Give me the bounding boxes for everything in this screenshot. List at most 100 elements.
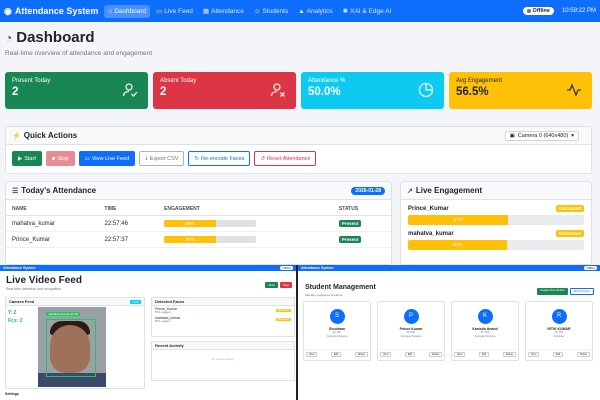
- stop-button[interactable]: ■ Stop: [45, 151, 75, 166]
- detected-faces-header: Detected Faces: [152, 298, 294, 306]
- detected-state: Distracted: [275, 309, 291, 312]
- student-management-actions: Register New Student Refresh Faces: [537, 288, 594, 295]
- distracted-badge: Distracted: [555, 205, 584, 212]
- camera-select-value: Camera 0 (640x480): [517, 133, 569, 139]
- student-card[interactable]: P Prince Kumar ID: 002 Computer Science …: [377, 301, 445, 361]
- live-feed-title: Live Video Feed: [6, 275, 82, 286]
- home-icon: ⌂: [108, 7, 113, 15]
- attendance-table: NAME TIME ENGAGEMENT STATUS mahatva_kuma…: [6, 200, 391, 248]
- nav-dashboard-label: Dashboard: [114, 7, 147, 15]
- live-student-name: Prince_Kumar: [408, 205, 449, 212]
- delete-button[interactable]: Delete: [428, 352, 442, 357]
- live-engagement-bar: 57%: [408, 215, 584, 225]
- delete-button[interactable]: Delete: [354, 352, 368, 357]
- detected-faces-card: Detected Faces Prince_Kumar 55% engaged D…: [151, 297, 295, 337]
- date-badge: 2026-01-28: [351, 186, 385, 195]
- recent-activity-empty: No recent activity: [211, 357, 235, 361]
- cell-status: Present: [332, 231, 391, 248]
- cell-time: 22:57:37: [98, 231, 159, 248]
- stop-icon: ■: [51, 155, 56, 162]
- column-header: TIME: [98, 200, 159, 216]
- delete-button[interactable]: Delete: [502, 352, 516, 357]
- video-icon: ▭: [156, 8, 163, 15]
- chart-icon: ▲: [298, 7, 305, 15]
- live-feed-window: Attendance System Offline Live Video Fee…: [0, 265, 298, 400]
- camera-select[interactable]: ▣ Camera 0 (640x480) ▾: [504, 131, 579, 141]
- view-button[interactable]: View: [306, 352, 318, 357]
- overlay-stat-1: T: 2: [8, 310, 17, 316]
- start-label: Start: [24, 155, 36, 162]
- export-csv-label: Export CSV: [149, 155, 179, 162]
- page-title: ◔ Dashboard: [5, 29, 95, 46]
- distracted-badge: Distracted: [555, 230, 584, 237]
- view-button[interactable]: View: [454, 352, 466, 357]
- view-live-feed-button[interactable]: ▭ View Live Feed: [78, 151, 136, 166]
- refresh-faces-button[interactable]: Refresh Faces: [569, 288, 594, 295]
- live-engagement-label: 56%: [452, 242, 462, 247]
- table-row[interactable]: Prince_Kumar 22:57:37 57% Present: [6, 231, 391, 248]
- mini-brand: Attendance System: [301, 266, 334, 270]
- nav-analytics[interactable]: ▲ Analytics: [294, 5, 336, 18]
- register-student-button[interactable]: Register New Student: [537, 288, 568, 295]
- student-card[interactable]: K Kanishk Anand ID: 003 Computer Science…: [451, 301, 519, 361]
- view-button[interactable]: View: [528, 352, 540, 357]
- user-x-icon: [270, 82, 286, 101]
- nav-analytics-label: Analytics: [306, 7, 333, 15]
- camera-video: mahatva_kumar (0.76): [38, 307, 106, 387]
- top-navbar: ◉ Attendance System ⌂ Dashboard ▭ Live F…: [0, 0, 600, 22]
- detected-sub: 56% engaged: [155, 320, 171, 323]
- nav-dashboard[interactable]: ⌂ Dashboard: [104, 4, 151, 18]
- line-chart-icon: ↗: [407, 187, 413, 195]
- page-subtitle: Real-time overview of attendance and eng…: [5, 50, 153, 57]
- reset-attendance-label: Reset Attendance: [267, 155, 311, 162]
- mini-navbar: Attendance System Offline: [0, 265, 296, 271]
- edit-button[interactable]: Edit: [330, 352, 342, 357]
- export-csv-button[interactable]: ⤓ Export CSV: [139, 151, 185, 166]
- recent-activity-card: Recent Activity No recent activity: [151, 341, 295, 381]
- reset-attendance-button[interactable]: ↺ Reset Attendance: [254, 151, 317, 166]
- edit-button[interactable]: Edit: [404, 352, 416, 357]
- brand[interactable]: ◉ Attendance System: [4, 6, 98, 17]
- delete-button[interactable]: Delete: [576, 352, 590, 357]
- re-encode-faces-label: Re-encode Faces: [201, 155, 245, 162]
- app-root: ◉ Attendance System ⌂ Dashboard ▭ Live F…: [0, 0, 600, 400]
- edit-button[interactable]: Edit: [478, 352, 490, 357]
- refresh-icon: ↻: [194, 155, 200, 162]
- camera-feed-header: Camera Feed LIVE: [6, 298, 144, 306]
- table-row[interactable]: mahatva_kumar 22:57:46 56% Present: [6, 215, 391, 232]
- start-button[interactable]: ▶ Start: [12, 151, 42, 166]
- student-card[interactable]: R RITIK KUMAR ID: 004 Computer View Edit…: [525, 301, 593, 361]
- calendar-icon: ▦: [202, 8, 209, 15]
- column-header: ENGAGEMENT: [158, 200, 333, 216]
- avatar: P: [403, 309, 419, 324]
- quick-actions-header: ⚡ Quick Actions ▣ Camera 0 (640x480) ▾: [6, 127, 591, 145]
- status-label: Offline: [532, 8, 550, 14]
- reset-icon: ↺: [260, 155, 266, 162]
- start-button[interactable]: Start: [265, 282, 278, 288]
- stop-label: Stop: [57, 155, 69, 162]
- camera-icon: ▣: [509, 133, 515, 139]
- nav-students[interactable]: ☺ Students: [250, 5, 292, 18]
- quick-actions-buttons: ▶ Start ■ Stop ▭ View Live Feed ⤓ Export…: [6, 145, 591, 172]
- list-icon: ☰: [12, 187, 19, 195]
- live-tag: LIVE: [130, 299, 141, 304]
- stop-button[interactable]: Stop: [279, 282, 292, 288]
- table-header-row: NAME TIME ENGAGEMENT STATUS: [6, 200, 391, 216]
- re-encode-faces-button[interactable]: ↻ Re-encode Faces: [188, 151, 251, 166]
- avatar: S: [329, 309, 345, 324]
- cell-time: 22:57:46: [98, 215, 159, 232]
- nav-live-feed-label: Live Feed: [164, 7, 193, 15]
- nav-attendance[interactable]: ▦ Attendance: [199, 4, 248, 18]
- status-dot-icon: [526, 9, 531, 13]
- nav-xai-label: XAI & Edge AI: [350, 7, 392, 15]
- edit-button[interactable]: Edit: [552, 352, 564, 357]
- nav-live-feed[interactable]: ▭ Live Feed: [152, 4, 197, 18]
- live-engagement-label: 57%: [453, 217, 463, 222]
- camera-feed-title: Camera Feed: [9, 299, 35, 304]
- live-feed-controls: Start Stop: [265, 282, 292, 288]
- camera-icon: ◉: [4, 5, 12, 16]
- student-card[interactable]: S Shubham ID: 001 Computer Science View …: [303, 301, 371, 361]
- view-button[interactable]: View: [380, 352, 392, 357]
- student-card-actions: View Edit Delete: [380, 349, 442, 357]
- nav-xai[interactable]: ✺ XAI & Edge AI: [339, 4, 396, 18]
